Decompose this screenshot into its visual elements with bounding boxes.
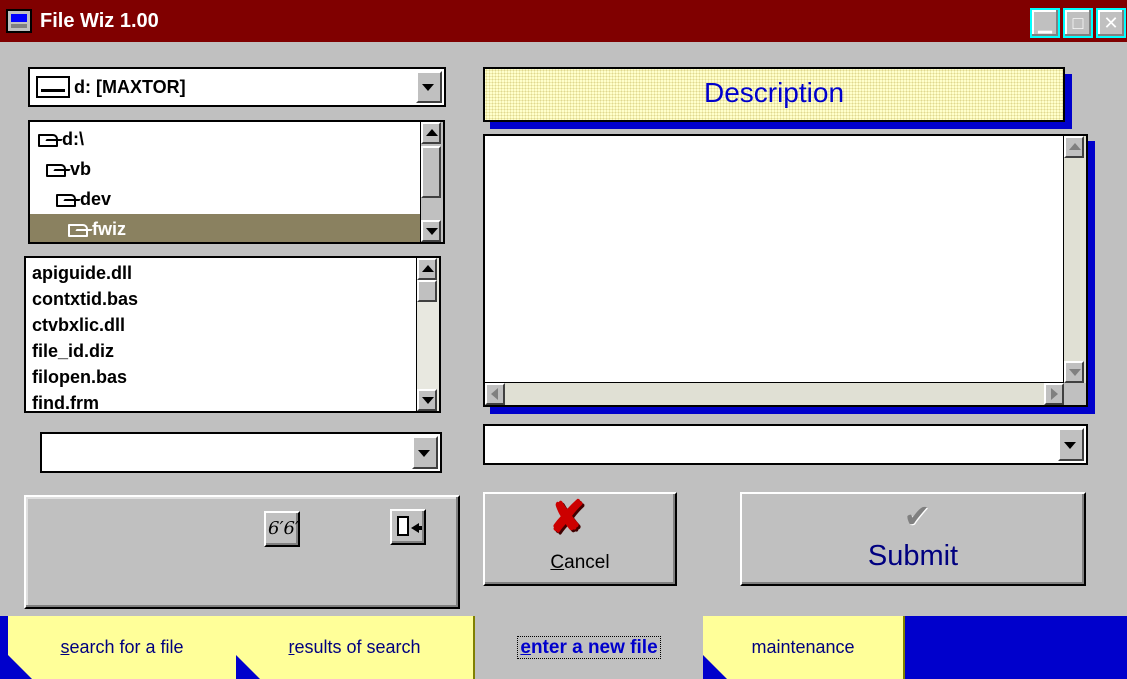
tab-maintenance[interactable]: maintenance <box>703 616 905 679</box>
glasses-icon: 6′6′ <box>268 518 300 539</box>
directory-list[interactable]: d:\ vb dev fwiz <box>28 120 445 244</box>
tab-search-for-a-file[interactable]: search for a file <box>8 616 238 679</box>
tab-results-of-search[interactable]: results of search <box>236 616 475 679</box>
directory-label: d:\ <box>62 129 84 149</box>
submit-button[interactable]: ✔ Submit <box>740 492 1086 586</box>
minimize-icon: ▁ <box>1038 13 1052 33</box>
app-icon[interactable] <box>6 9 32 33</box>
pattern-combo[interactable] <box>40 432 442 473</box>
file-scrollbar[interactable] <box>416 258 439 411</box>
scroll-down-button[interactable] <box>417 389 437 411</box>
scroll-thumb[interactable] <box>417 280 437 302</box>
scroll-up-button[interactable] <box>417 258 437 280</box>
file-list[interactable]: apiguide.dll contxtid.bas ctvbxlic.dll f… <box>24 256 441 413</box>
tab-label: enter a new file <box>517 636 661 659</box>
chevron-down-icon[interactable] <box>412 436 438 469</box>
directory-item-selected[interactable]: fwiz <box>30 214 421 242</box>
directory-label: vb <box>70 159 92 179</box>
drive-icon <box>36 76 70 98</box>
list-item[interactable]: ctvbxlic.dll <box>32 312 125 338</box>
description-vscrollbar[interactable] <box>1063 136 1086 383</box>
maximize-icon: □ <box>1072 13 1084 33</box>
drive-combo[interactable]: d: [MAXTOR] <box>28 67 446 107</box>
scroll-up-button[interactable] <box>1064 136 1084 158</box>
description-textarea[interactable] <box>483 134 1088 407</box>
window-title: File Wiz 1.00 <box>40 10 159 32</box>
tab-label: results of search <box>288 637 421 657</box>
maximize-button[interactable]: □ <box>1063 8 1093 38</box>
tools-panel: 6′6′ <box>24 495 460 609</box>
directory-scrollbar[interactable] <box>420 122 443 242</box>
view-button[interactable]: 6′6′ <box>264 511 300 547</box>
description-label: Description <box>703 77 845 108</box>
drive-combo-value: d: [MAXTOR] <box>74 77 186 97</box>
folder-open-icon <box>68 224 88 237</box>
chevron-down-icon[interactable] <box>416 71 442 103</box>
list-item[interactable]: contxtid.bas <box>32 286 138 312</box>
directory-label: dev <box>80 189 112 209</box>
cancel-label: Cancel <box>550 552 610 573</box>
exit-button[interactable] <box>390 509 426 545</box>
description-label-box: Description <box>483 67 1065 122</box>
title-bar[interactable]: File Wiz 1.00 ▁ □ ✕ <box>0 0 1127 42</box>
list-item[interactable]: filopen.bas <box>32 364 127 390</box>
folder-open-icon <box>46 164 66 177</box>
list-item[interactable]: file_id.diz <box>32 338 114 364</box>
folder-open-icon <box>56 194 76 207</box>
scroll-corner <box>1064 383 1086 405</box>
description-hscrollbar[interactable] <box>485 382 1064 405</box>
tab-enter-a-new-file[interactable]: enter a new file <box>475 616 705 679</box>
list-item[interactable]: find.frm <box>32 390 99 411</box>
checkmark-icon: ✔ <box>903 498 931 534</box>
chevron-down-icon[interactable] <box>1058 428 1084 461</box>
red-x-icon: ✘ <box>548 493 586 542</box>
tab-label: search for a file <box>60 637 184 657</box>
cancel-button[interactable]: ✘ Cancel <box>483 492 677 586</box>
close-button[interactable]: ✕ <box>1096 8 1126 38</box>
scroll-down-button[interactable] <box>1064 361 1084 383</box>
directory-item[interactable]: dev <box>30 184 421 214</box>
scroll-down-button[interactable] <box>421 220 441 242</box>
directory-item[interactable]: vb <box>30 154 421 184</box>
exit-door-icon <box>397 516 409 536</box>
tab-label: maintenance <box>751 637 855 657</box>
list-item[interactable]: apiguide.dll <box>32 260 132 286</box>
directory-label: fwiz <box>92 219 126 239</box>
scroll-left-button[interactable] <box>485 383 505 405</box>
scroll-thumb[interactable] <box>421 146 441 198</box>
close-icon: ✕ <box>1103 13 1119 33</box>
scroll-right-button[interactable] <box>1044 383 1064 405</box>
directory-item[interactable]: d:\ <box>30 124 421 154</box>
minimize-button[interactable]: ▁ <box>1030 8 1060 38</box>
scroll-up-button[interactable] <box>421 122 441 144</box>
folder-open-icon <box>38 134 58 147</box>
category-combo[interactable] <box>483 424 1088 465</box>
submit-label: Submit <box>867 540 959 572</box>
